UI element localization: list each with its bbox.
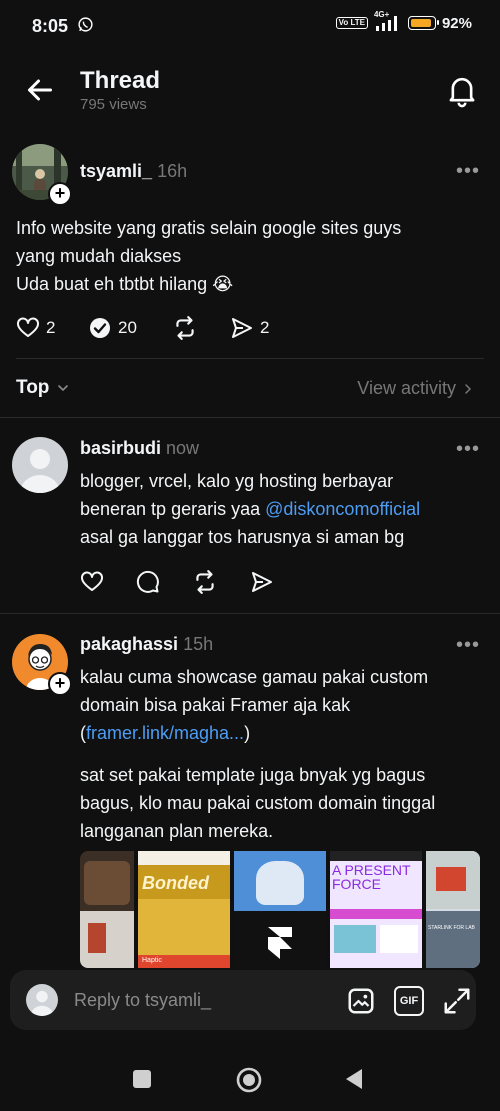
comment-icon[interactable] (136, 570, 160, 594)
thumb-text: Haptic (142, 957, 162, 964)
framer-link[interactable]: framer.link/magha... (86, 723, 244, 743)
link-preview-gallery[interactable]: Bonded Haptic A PRESENT FORCE STARLINK F… (80, 851, 480, 968)
reply2-line: (framer.link/magha...) (80, 719, 490, 747)
status-time: 8:05 (32, 16, 69, 36)
home-button[interactable] (235, 1066, 263, 1094)
reply1-line: asal ga langgar tos harusnya si aman bg (80, 527, 405, 547)
reply1-actions (80, 569, 274, 595)
repost-check-icon (88, 316, 112, 340)
whatsapp-icon (77, 16, 94, 33)
more-icon[interactable]: ••• (456, 160, 480, 183)
op-time: 16h (157, 161, 188, 181)
reply2-username-line: pakaghassi 15h (80, 634, 213, 655)
back-arrow-icon[interactable] (22, 72, 58, 108)
battery-icon (407, 16, 439, 30)
recents-button[interactable] (133, 1070, 151, 1088)
sort-label: Top (16, 377, 50, 398)
status-right: Vo LTE 4G+ 92% (335, 10, 472, 32)
nav-back-button[interactable] (344, 1068, 364, 1090)
op-text: Info website yang gratis selain google s… (16, 214, 486, 298)
paren: ) (244, 723, 251, 743)
expand-icon[interactable] (442, 986, 472, 1016)
avatar (12, 437, 68, 493)
reply2-avatar[interactable]: + (12, 634, 72, 696)
view-activity-link[interactable]: View activity (357, 378, 474, 399)
repost-icon[interactable] (192, 569, 218, 595)
reply1-avatar[interactable] (12, 437, 68, 493)
share-button[interactable]: 2 (230, 316, 269, 340)
chevron-down-icon (55, 380, 71, 396)
thumb-text: Bonded (142, 873, 209, 893)
repost-icon (172, 315, 198, 341)
reply2-line: langganan plan mereka. (80, 821, 274, 841)
view-activity-label: View activity (357, 378, 456, 398)
heart-icon[interactable] (80, 570, 104, 594)
reply1-text: blogger, vrcel, kalo yg hosting berbayar… (80, 467, 490, 551)
op-username-line: tsyamli_ 16h (80, 161, 187, 182)
sort-dropdown[interactable]: Top (16, 377, 71, 399)
op-username[interactable]: tsyamli_ (80, 161, 152, 181)
thumbnail[interactable] (234, 851, 326, 968)
more-icon[interactable]: ••• (456, 438, 480, 461)
op-avatar[interactable]: + (12, 144, 72, 206)
reply1-line: beneran tp geraris yaa @diskoncomofficia… (80, 495, 490, 523)
send-icon (230, 316, 254, 340)
divider (0, 417, 500, 418)
op-actions: 2 20 2 (16, 315, 269, 341)
status-bar: 8:05 Vo LTE 4G+ 92% (0, 0, 500, 52)
reply2-line: bagus, klo mau pakai custom domain tingg… (80, 793, 436, 813)
op-text-line: yang mudah diakses (16, 246, 182, 266)
mention-link[interactable]: @diskoncomofficial (265, 499, 420, 519)
reply-composer[interactable]: Reply to tsyamli_ GIF (10, 970, 476, 1030)
follow-plus-icon[interactable]: + (48, 672, 72, 696)
reply2-text: kalau cuma showcase gamau pakai custom d… (80, 663, 490, 845)
repost-button[interactable] (172, 315, 230, 341)
reply1-line-text: beneran tp geraris yaa (80, 499, 266, 519)
bell-icon[interactable] (446, 74, 478, 108)
reply2-line: kalau cuma showcase gamau pakai custom (80, 667, 429, 687)
reply-input[interactable]: Reply to tsyamli_ (74, 990, 211, 1011)
chevron-right-icon (462, 382, 474, 396)
divider (16, 358, 484, 359)
thumbnail[interactable] (80, 851, 134, 968)
battery-percent: 92% (441, 14, 472, 32)
page-title: Thread (80, 67, 161, 94)
more-icon[interactable]: ••• (456, 634, 480, 657)
reply2-line: sat set pakai template juga bnyak yg bag… (80, 765, 426, 785)
reply2-line: domain bisa pakai Framer aja kak (80, 695, 351, 715)
thumbnail[interactable]: Bonded Haptic (138, 851, 230, 968)
share-count: 2 (260, 318, 270, 337)
reply2-time: 15h (183, 634, 214, 654)
reply2-username[interactable]: pakaghassi (80, 634, 178, 654)
divider (0, 613, 500, 614)
op-text-line: Info website yang gratis selain google s… (16, 218, 402, 238)
send-icon[interactable] (250, 570, 274, 594)
reply1-username-line: basirbudi now (80, 438, 199, 459)
signal-icon: 4G+ (374, 10, 402, 32)
gif-icon[interactable]: GIF (394, 986, 424, 1016)
thumbnail[interactable]: A PRESENT FORCE (330, 851, 422, 968)
thumbnail[interactable]: STARLINK FOR LAB (426, 851, 480, 968)
image-icon[interactable] (346, 986, 376, 1016)
volte-badge: Vo LTE (335, 17, 368, 29)
like-button[interactable]: 2 (16, 316, 96, 340)
heart-icon (16, 316, 40, 340)
reply1-username[interactable]: basirbudi (80, 438, 161, 458)
reply-count-button[interactable]: 20 (88, 316, 172, 340)
avatar (26, 984, 58, 1016)
reply1-line: blogger, vrcel, kalo yg hosting berbayar (80, 471, 394, 491)
op-text-line: Uda buat eh tbtbt hilang 😭 (16, 274, 234, 294)
reply-count: 20 (118, 318, 137, 337)
thumb-text: A PRESENT FORCE (332, 862, 411, 892)
follow-plus-icon[interactable]: + (48, 182, 72, 206)
reply1-time: now (166, 438, 200, 458)
view-count: 795 views (80, 96, 147, 113)
thumb-text: STARLINK FOR LAB (428, 925, 475, 931)
like-count: 2 (46, 318, 56, 337)
